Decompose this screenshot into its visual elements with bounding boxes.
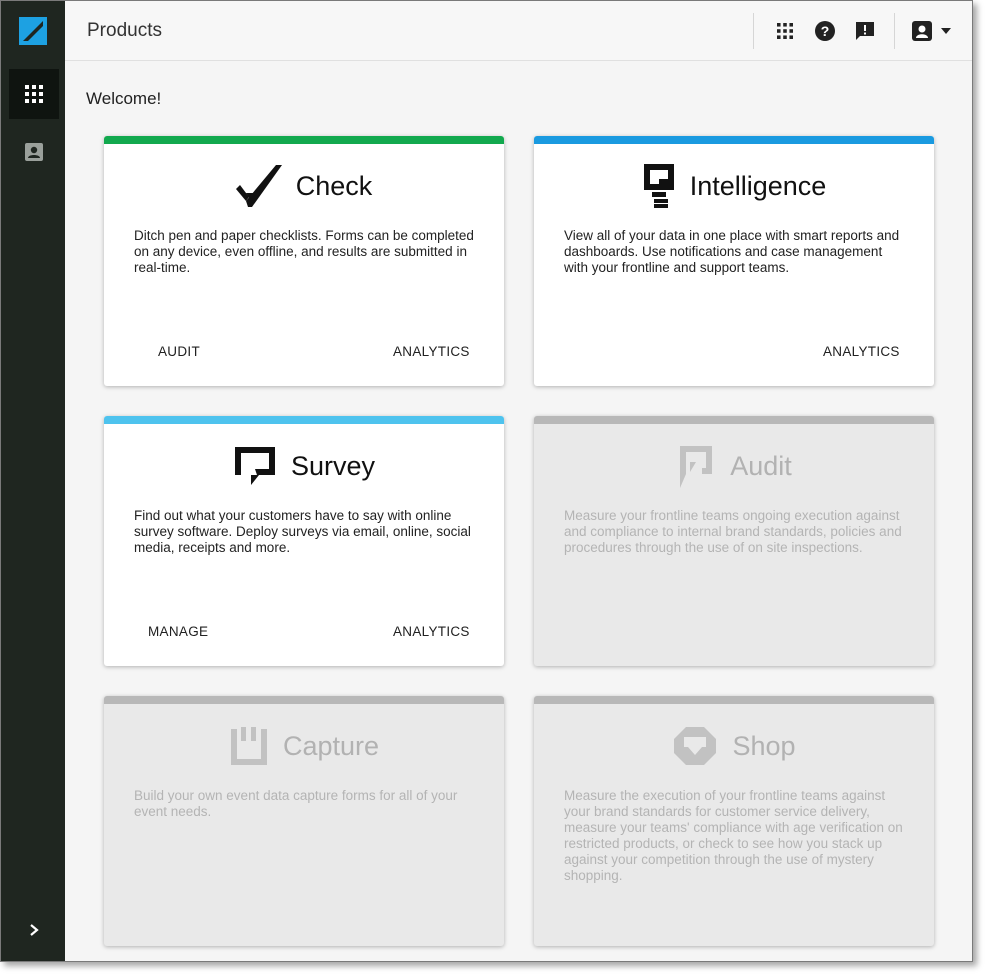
product-name: Shop [732,730,796,761]
top-header: Products ? [65,1,972,61]
sidebar-item-contacts[interactable] [9,127,59,177]
sidebar [1,1,65,961]
product-name: Intelligence [689,170,827,201]
card-header: Audit [534,442,934,490]
product-description: Measure your frontline teams ongoing exe… [564,508,902,555]
product-description: Find out what your customers have to say… [134,508,471,555]
card-accent-bar [104,416,504,424]
account-icon [912,21,932,41]
analytics-button[interactable]: ANALYTICS [393,344,470,359]
product-description: Build your own event data capture forms … [134,788,458,819]
apps-menu-button[interactable] [771,17,799,45]
chevron-right-icon [30,924,39,936]
card-header: Check [104,162,504,210]
svg-text:?: ? [821,23,830,39]
brand-logo[interactable] [1,1,65,61]
page-title: Products [87,20,162,41]
sidebar-item-products[interactable] [9,69,59,119]
card-accent-bar [534,416,934,424]
header-divider [894,13,895,49]
card-header: Intelligence [534,162,934,210]
product-card-audit: Audit Measure your frontline teams ongoi… [534,416,934,666]
sidebar-expand-button[interactable] [9,905,59,955]
card-accent-bar [534,136,934,144]
contact-card-icon [25,143,43,161]
welcome-heading: Welcome! [86,89,162,108]
apps-grid-icon [25,85,43,103]
card-header: Capture [104,722,504,770]
help-button[interactable]: ? [811,17,839,45]
capture-logo-icon [230,727,267,765]
product-description: Measure the execution of your frontline … [564,788,903,883]
analytics-button[interactable]: ANALYTICS [393,624,470,639]
product-card-shop: Shop Measure the execution of your front… [534,696,934,946]
feedback-icon [856,22,874,40]
product-card-capture: Capture Build your own event data captur… [104,696,504,946]
audit-logo-icon [680,446,713,488]
card-accent-bar [534,696,934,704]
product-name: Survey [290,450,376,481]
product-name: Check [295,170,373,201]
account-menu-button[interactable] [911,17,957,45]
check-logo-icon [235,165,282,207]
product-card-survey: Survey Find out what your customers have… [104,416,504,666]
brand-logo-icon [19,17,47,45]
header-divider [753,13,754,49]
product-card-check: Check Ditch pen and paper checklists. Fo… [104,136,504,386]
manage-button[interactable]: MANAGE [148,624,208,639]
product-name: Audit [730,450,792,481]
intelligence-logo-icon [643,164,674,208]
product-description: Ditch pen and paper checklists. Forms ca… [134,228,474,275]
analytics-button[interactable]: ANALYTICS [823,344,900,359]
feedback-button[interactable] [851,17,879,45]
audit-button[interactable]: AUDIT [158,344,200,359]
product-description: View all of your data in one place with … [564,228,900,275]
help-icon: ? [815,21,835,41]
card-accent-bar [104,696,504,704]
card-header: Shop [534,722,934,770]
survey-logo-icon [234,447,275,485]
product-card-intelligence: Intelligence View all of your data in on… [534,136,934,386]
card-accent-bar [104,136,504,144]
card-header: Survey [104,442,504,490]
caret-down-icon [941,28,951,34]
shop-logo-icon [674,727,717,765]
apps-grid-icon [777,23,793,39]
app-window: Products ? Welcome! Check Ditch pen and … [0,0,973,962]
product-name: Capture [282,730,380,761]
